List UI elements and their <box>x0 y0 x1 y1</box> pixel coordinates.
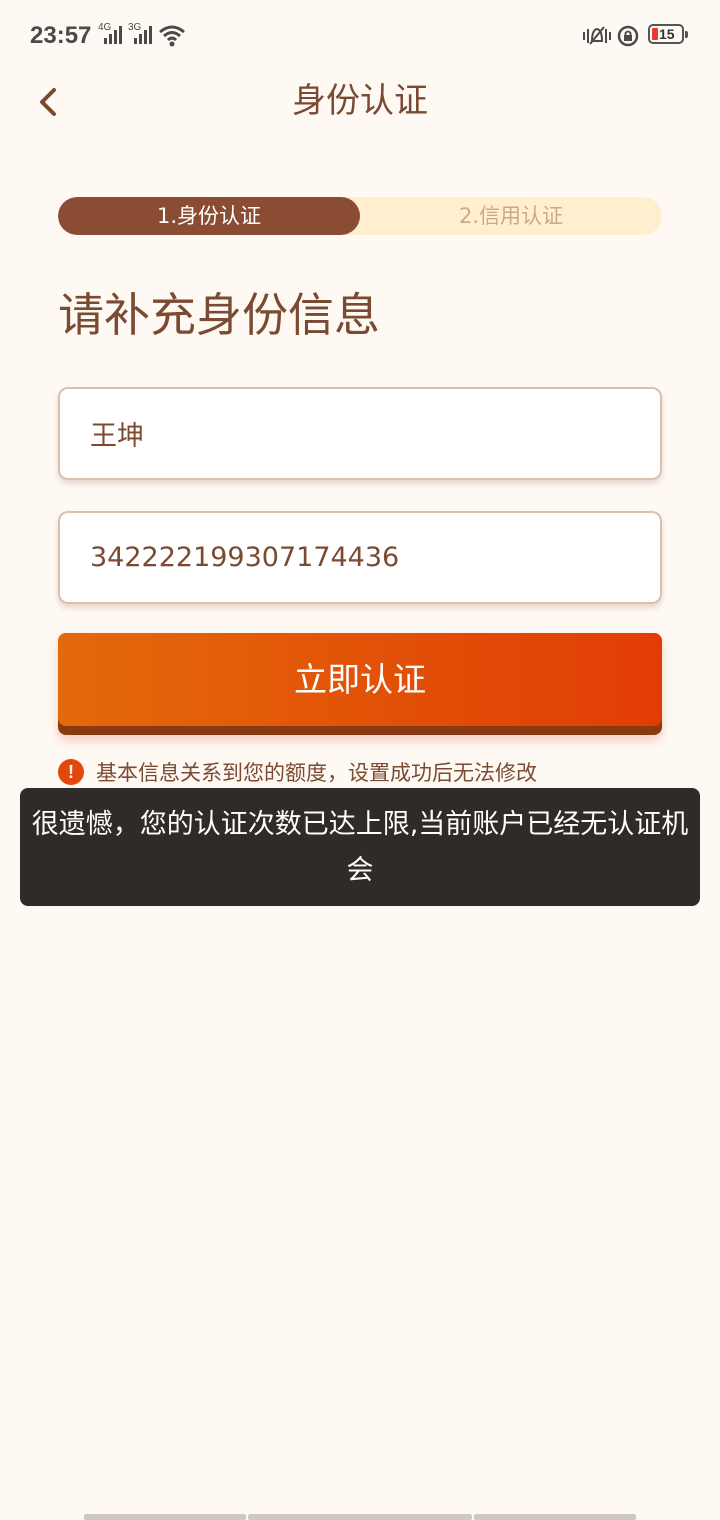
battery-fill <box>652 28 658 40</box>
nav-gesture-bar <box>84 1514 246 1520</box>
name-field-container <box>58 387 662 480</box>
verify-now-label: 立即认证 <box>58 633 662 726</box>
rotation-lock-icon <box>616 24 642 52</box>
nav-gesture-bar <box>248 1514 472 1520</box>
status-time: 23:57 <box>30 22 92 49</box>
battery-level: 15 <box>659 26 675 42</box>
step-indicator: 1.身份认证 2.信用认证 <box>58 197 662 235</box>
battery-icon: 15 <box>648 24 688 44</box>
exclamation-circle-icon: ! <box>58 759 84 785</box>
id-number-input[interactable] <box>90 513 630 602</box>
name-input[interactable] <box>90 389 630 478</box>
verify-now-button[interactable]: 立即认证 <box>58 633 662 735</box>
status-bar: 23:57 4G 3G 15 <box>0 0 720 72</box>
form-heading: 请补充身份信息 <box>58 288 380 342</box>
toast-message: 很遗憾，您的认证次数已达上限,当前账户已经无认证机会 <box>20 788 700 906</box>
step-credit-inactive: 2.信用认证 <box>458 204 564 228</box>
page: 23:57 4G 3G 15 身份认证 1.身份认证 2.信用认证 请补充身份信… <box>0 0 720 1520</box>
step-identity-active: 1.身份认证 <box>58 197 360 235</box>
page-title: 身份认证 <box>292 81 428 121</box>
vibrate-icon <box>582 24 612 52</box>
id-number-field-container <box>58 511 662 604</box>
nav-gesture-bar <box>474 1514 636 1520</box>
notice-text: 基本信息关系到您的额度，设置成功后无法修改 <box>96 761 537 785</box>
wifi-icon <box>158 24 186 52</box>
